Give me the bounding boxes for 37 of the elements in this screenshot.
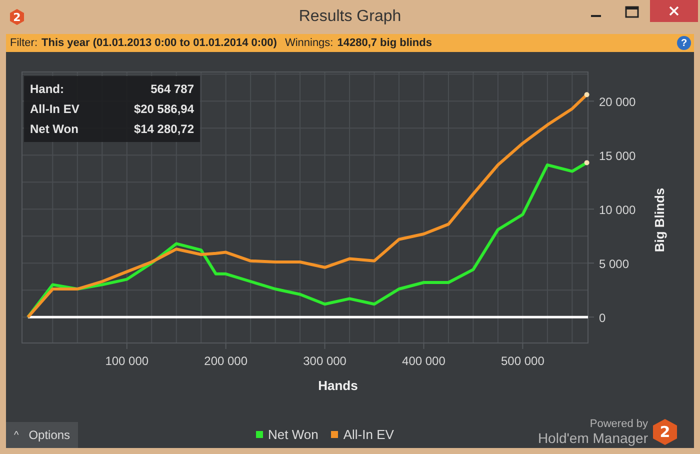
tooltip-value: 564 787 [150, 82, 194, 96]
window-title: Results Graph [298, 8, 402, 26]
y-tick-label: 15 000 [599, 149, 636, 164]
legend-label: All-In EV [343, 427, 394, 442]
end-point [584, 160, 590, 166]
x-tick-label: 400 000 [402, 354, 446, 368]
close-button[interactable] [650, 0, 698, 22]
y-tick-label: 0 [599, 311, 606, 326]
y-tick-label: 5 000 [599, 257, 630, 272]
options-button[interactable]: ^ Options [6, 422, 78, 448]
logo-icon: 2 [652, 418, 678, 446]
tooltip-label: All-In EV [30, 102, 80, 116]
help-button[interactable]: ? [677, 36, 691, 50]
filter-label: Filter: [10, 37, 38, 49]
tooltip-label: Net Won [30, 122, 78, 136]
legend-label: Net Won [268, 427, 318, 442]
tooltip-value: $20 586,94 [134, 102, 194, 116]
x-tick-label: 200 000 [204, 354, 248, 368]
powered-by-text: Powered by [590, 418, 648, 430]
x-tick-label: 100 000 [105, 354, 149, 368]
tooltip-label: Hand: [30, 82, 64, 96]
app-icon: 2 [8, 8, 26, 26]
y-tick-label: 10 000 [599, 203, 636, 218]
tooltip-value: $14 280,72 [134, 122, 194, 136]
winnings-label: Winnings: [284, 37, 334, 49]
product-name: Hold'em Manager [538, 430, 648, 446]
minimize-icon [591, 15, 601, 17]
x-tick-label: 500 000 [501, 354, 544, 368]
winnings-value: 14280,7 big blinds [337, 37, 432, 49]
y-axis-title: Big Blinds [652, 188, 667, 252]
end-point [584, 92, 590, 98]
x-axis-title: Hands [318, 378, 358, 393]
maximize-icon [625, 6, 639, 18]
filter-value: This year (01.01.2013 0:00 to 01.01.2014 0:00) [42, 37, 277, 49]
y-tick-label: 20 000 [599, 95, 636, 110]
close-icon [668, 5, 680, 17]
x-tick-label: 300 000 [303, 354, 346, 368]
